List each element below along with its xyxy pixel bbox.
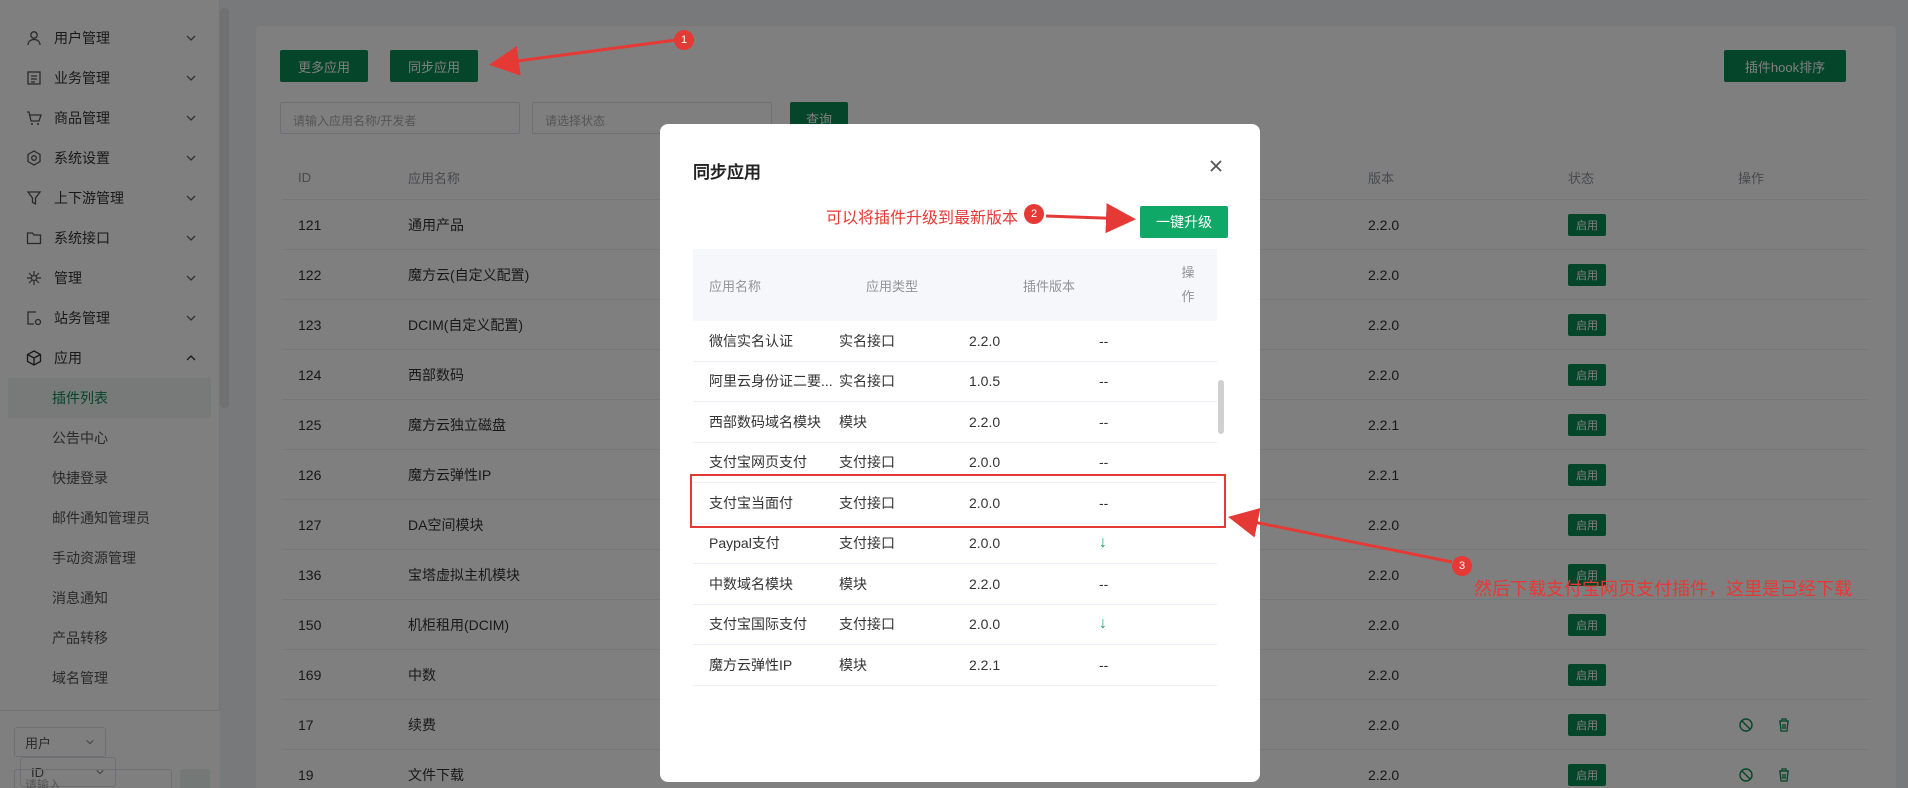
cell-plugin-version: 2.2.0 <box>969 332 1001 349</box>
cell-app-name: 西部数码域名模块 <box>709 413 821 430</box>
dialog-table-header: 应用名称 应用类型 插件版本 操作 <box>693 249 1217 321</box>
dialog-table-row: 支付宝国际支付 支付接口 2.0.0 ↓ <box>693 605 1217 645</box>
cell-plugin-version: 2.0.0 <box>969 616 1001 633</box>
annotation-2-badge: 2 <box>1024 204 1044 224</box>
cell-app-type: 实名接口 <box>839 332 895 349</box>
dialog-table-row: 阿里云身份证二要... 实名接口 1.0.5 -- <box>693 362 1217 402</box>
cell-app-type: 支付接口 <box>839 616 895 633</box>
cell-app-type: 模块 <box>839 575 867 592</box>
cell-app-name: 中数域名模块 <box>709 575 793 592</box>
annotation-3-text: 然后下载支付宝网页支付插件，这里是已经下载 <box>1474 579 1852 599</box>
cell-plugin-version: 1.0.5 <box>969 373 1001 390</box>
cell-operation: -- <box>1099 332 1109 349</box>
download-icon[interactable]: ↓ <box>1099 524 1107 564</box>
cell-operation: -- <box>1099 656 1109 673</box>
cell-app-name: 微信实名认证 <box>709 332 793 349</box>
col-operation: 操作 <box>1181 265 1195 304</box>
dialog-table-row: 微信实名认证 实名接口 2.2.0 -- <box>693 321 1217 362</box>
cell-app-type: 支付接口 <box>839 535 895 552</box>
cell-app-name: 魔方云弹性IP <box>709 656 793 673</box>
dialog-title: 同步应用 <box>693 163 761 182</box>
cell-operation: -- <box>1099 413 1109 430</box>
cell-plugin-version: 2.2.0 <box>969 575 1001 592</box>
col-app-name: 应用名称 <box>709 278 762 294</box>
cell-app-name: Paypal支付 <box>709 535 780 552</box>
cell-plugin-version: 2.2.0 <box>969 413 1001 430</box>
cell-operation: -- <box>1099 575 1109 592</box>
dialog-scrollbar[interactable] <box>1218 380 1224 434</box>
highlight-box <box>690 474 1226 528</box>
cell-app-type: 模块 <box>839 413 867 430</box>
dialog-table-row: Paypal支付 支付接口 2.0.0 ↓ <box>693 524 1217 564</box>
cell-plugin-version: 2.2.1 <box>969 656 1001 673</box>
annotation-2-text: 可以将插件升级到最新版本 <box>826 210 1019 227</box>
col-plugin-version: 插件版本 <box>1023 278 1076 294</box>
cell-operation: -- <box>1099 373 1109 390</box>
cell-app-name: 支付宝国际支付 <box>709 616 807 633</box>
cell-app-type: 实名接口 <box>839 373 895 390</box>
cell-plugin-version: 2.0.0 <box>969 535 1001 552</box>
upgrade-all-button[interactable]: 一键升级 <box>1140 206 1228 238</box>
dialog-table-row: 魔方云弹性IP 模块 2.2.1 -- <box>693 645 1217 686</box>
col-app-type: 应用类型 <box>866 278 919 294</box>
cell-app-type: 模块 <box>839 656 867 673</box>
download-icon[interactable]: ↓ <box>1099 605 1107 645</box>
close-icon[interactable] <box>1204 154 1228 178</box>
dialog-table-row: 西部数码域名模块 模块 2.2.0 -- <box>693 402 1217 443</box>
cell-app-name: 阿里云身份证二要... <box>709 373 833 390</box>
annotation-3-badge: 3 <box>1452 556 1472 576</box>
dialog-table-row: 中数域名模块 模块 2.2.0 -- <box>693 564 1217 605</box>
annotation-1-badge: 1 <box>674 30 694 50</box>
